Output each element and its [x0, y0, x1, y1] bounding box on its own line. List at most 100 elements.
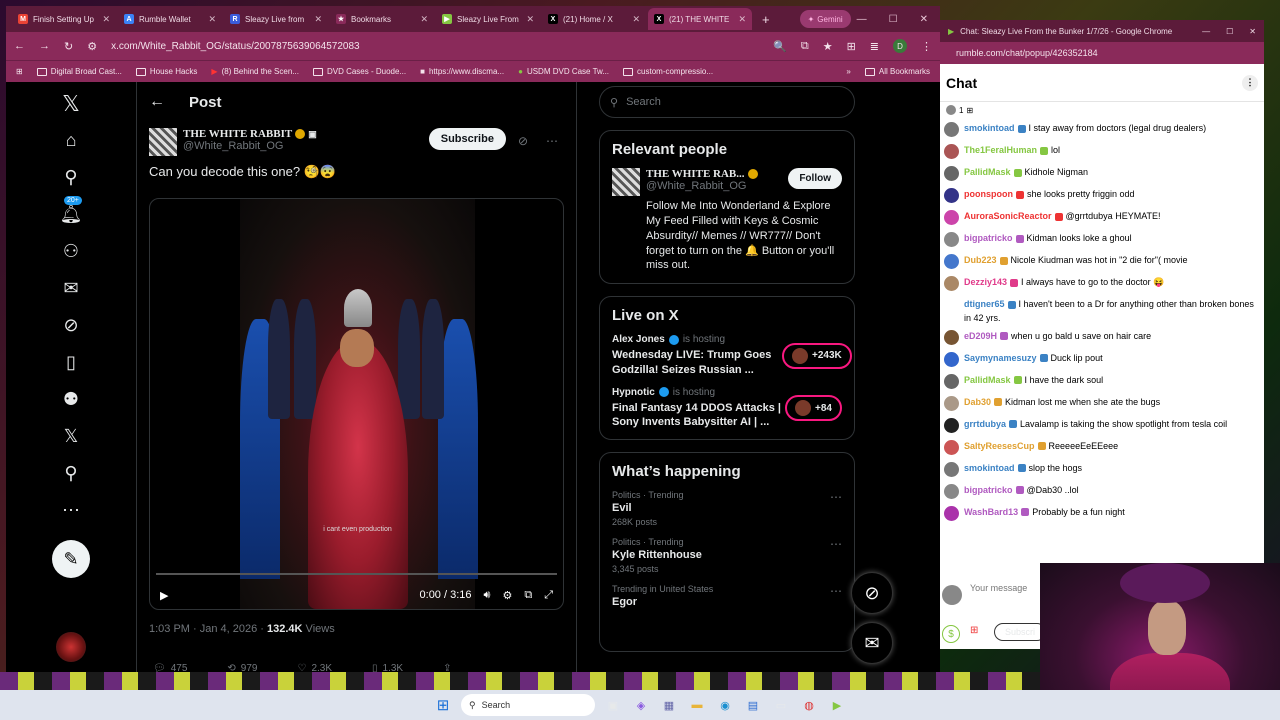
- tab-search-icon[interactable]: ≣: [870, 40, 879, 53]
- chat-username[interactable]: Dub223: [964, 255, 997, 265]
- x-logo-icon[interactable]: 𝕏: [56, 90, 86, 117]
- chat-user-avatar[interactable]: [944, 395, 959, 411]
- settings-icon[interactable]: ⚙: [502, 589, 512, 602]
- tab-close-icon[interactable]: ✕: [632, 14, 640, 25]
- chat-message-input[interactable]: Your message: [970, 583, 1027, 593]
- bookmark-item[interactable]: Digital Broad Cast...: [36, 67, 122, 76]
- chat-username[interactable]: The1FeralHuman: [964, 145, 1037, 155]
- tab-close-icon[interactable]: ✕: [738, 14, 746, 25]
- browser-tab[interactable]: X (21) THE WHITE ✕: [648, 8, 752, 30]
- copilot-icon[interactable]: ◈: [631, 695, 651, 715]
- browser-tab[interactable]: ▶ Sleazy Live From ✕: [436, 8, 540, 30]
- play-icon[interactable]: ▶: [160, 589, 168, 602]
- messages-icon[interactable]: ✉: [56, 275, 86, 302]
- maximize-button[interactable]: ☐: [889, 14, 898, 25]
- volume-icon[interactable]: 🔊︎: [484, 589, 491, 602]
- account-avatar[interactable]: [56, 632, 86, 662]
- chat-username[interactable]: smokintoad: [964, 123, 1015, 133]
- tab-close-icon[interactable]: ✕: [208, 14, 216, 25]
- chat-username[interactable]: eD209H: [964, 331, 997, 341]
- chat-username[interactable]: grrtdubya: [964, 419, 1006, 429]
- premium-x-icon[interactable]: 𝕏: [56, 423, 86, 450]
- bookmark-button[interactable]: ▯ 1.3K: [372, 663, 403, 672]
- tab-close-icon[interactable]: ✕: [526, 14, 534, 25]
- chat-user-avatar[interactable]: [944, 166, 959, 181]
- close-window-button[interactable]: ✕: [920, 14, 928, 25]
- bookmark-item[interactable]: House Hacks: [135, 67, 197, 76]
- bookmarks-icon[interactable]: ▯: [56, 349, 86, 376]
- browser-tab[interactable]: A Rumble Wallet ✕: [118, 8, 222, 30]
- all-bookmarks[interactable]: All Bookmarks: [864, 67, 930, 76]
- site-info-icon[interactable]: ⚙: [87, 40, 97, 53]
- live-listeners-pill[interactable]: +243K: [782, 342, 852, 369]
- bookmark-item[interactable]: ■ https://www.discma...: [420, 67, 504, 76]
- profile-avatar[interactable]: D: [893, 39, 907, 53]
- grok-fab-icon[interactable]: ⊘: [851, 572, 893, 614]
- search-input[interactable]: ⚲ Search: [599, 86, 855, 118]
- chat-username[interactable]: smokintoad: [964, 463, 1015, 473]
- author-avatar[interactable]: [149, 128, 177, 156]
- subscribe-button[interactable]: Subscribe: [428, 128, 506, 150]
- post-timestamp[interactable]: 1:03 PM · Jan 4, 2026 ·: [149, 623, 267, 635]
- rant-dollar-icon[interactable]: $: [942, 625, 960, 643]
- edge-icon[interactable]: ◉: [715, 695, 735, 715]
- bookmark-item[interactable]: DVD Cases - Duode...: [312, 67, 406, 76]
- chat-user-avatar[interactable]: [944, 254, 959, 269]
- trend-item[interactable]: Politics · Trending Kyle Rittenhouse 3,345…: [612, 537, 842, 574]
- gift-icon[interactable]: ⊞: [970, 625, 978, 636]
- chat-user-avatar[interactable]: [944, 373, 959, 389]
- trend-more-icon[interactable]: ⋯: [830, 490, 842, 504]
- reply-button[interactable]: 💬︎ 475: [153, 663, 187, 672]
- tab-close-icon[interactable]: ✕: [102, 14, 110, 25]
- chat-username[interactable]: PallidMask: [964, 375, 1011, 385]
- messages-fab-icon[interactable]: ✉: [851, 622, 893, 664]
- repost-button[interactable]: ⟲ 979: [227, 663, 257, 672]
- url-field[interactable]: x.com/White_Rabbit_OG/status/20078756390…: [111, 41, 759, 52]
- chat-user-avatar[interactable]: [944, 505, 959, 521]
- live-item[interactable]: Hypnotic is hosting Final Fantasy 14 DDOS…: [612, 387, 842, 430]
- zoom-icon[interactable]: 🔍: [773, 40, 787, 53]
- bookmark-item[interactable]: ▶ (8) Behind the Scen...: [211, 67, 299, 76]
- chat-username[interactable]: poonspoon: [964, 189, 1013, 199]
- person-avatar[interactable]: [612, 168, 640, 196]
- chat-user-avatar[interactable]: [944, 276, 959, 291]
- chat-username[interactable]: SaltyReesesCup: [964, 441, 1035, 451]
- chat-username[interactable]: bigpatricko: [964, 233, 1013, 243]
- grok-icon[interactable]: ⊘: [56, 312, 86, 339]
- bookmark-item[interactable]: ● USDM DVD Case Tw...: [518, 67, 609, 76]
- close-window-button[interactable]: ✕: [1249, 27, 1256, 36]
- communities-icon[interactable]: ⚉: [56, 386, 86, 413]
- chat-username[interactable]: dtigner65: [964, 299, 1005, 309]
- store-icon[interactable]: ▤: [743, 695, 763, 715]
- live-item[interactable]: Alex Jones is hosting Wednesday LIVE: Tru…: [612, 334, 852, 377]
- taskbar-search[interactable]: ⚲ Search: [461, 694, 595, 716]
- cast-icon[interactable]: ⧉: [801, 40, 809, 53]
- chat-menu-icon[interactable]: ⋮: [1242, 74, 1258, 91]
- chat-username[interactable]: bigpatricko: [964, 485, 1013, 495]
- chat-username[interactable]: WashBard13: [964, 507, 1018, 517]
- more-icon[interactable]: ⋯: [56, 497, 86, 524]
- fullscreen-icon[interactable]: ⤢: [544, 589, 553, 602]
- maximize-button[interactable]: ☐: [1226, 27, 1233, 36]
- browser-tab[interactable]: ★ Bookmarks ✕: [330, 8, 434, 30]
- browser-menu-icon[interactable]: ⋮: [921, 40, 932, 53]
- chat-username[interactable]: PallidMask: [964, 167, 1011, 177]
- bookmark-item[interactable]: custom-compressio...: [623, 67, 713, 76]
- browser-tab[interactable]: R Sleazy Live from ✕: [224, 8, 328, 30]
- author-handle[interactable]: @White_Rabbit_OG: [183, 140, 317, 152]
- start-icon[interactable]: ⊞: [433, 695, 453, 715]
- bookmark-star-icon[interactable]: ★: [823, 40, 833, 53]
- chat-subscribe-button[interactable]: Subscri: [994, 623, 1047, 641]
- rumble-app-icon[interactable]: ▶: [827, 695, 847, 715]
- compose-post-button[interactable]: ✎: [52, 540, 90, 578]
- chat-user-avatar[interactable]: [944, 439, 959, 455]
- explore-search-icon[interactable]: ⚲: [56, 164, 86, 191]
- chat-user-avatar[interactable]: [944, 188, 959, 203]
- minimize-button[interactable]: —: [1202, 27, 1210, 36]
- chat-user-avatar[interactable]: [944, 232, 959, 247]
- video-player[interactable]: i cant even production ▶ 0:00 / 3:16 🔊︎ …: [149, 198, 564, 610]
- terminal-icon[interactable]: ▭: [771, 695, 791, 715]
- gemini-button[interactable]: ✦ Gemini: [799, 10, 851, 28]
- chat-username[interactable]: Saymynamesuzy: [964, 353, 1037, 363]
- chat-user-avatar[interactable]: [944, 483, 959, 499]
